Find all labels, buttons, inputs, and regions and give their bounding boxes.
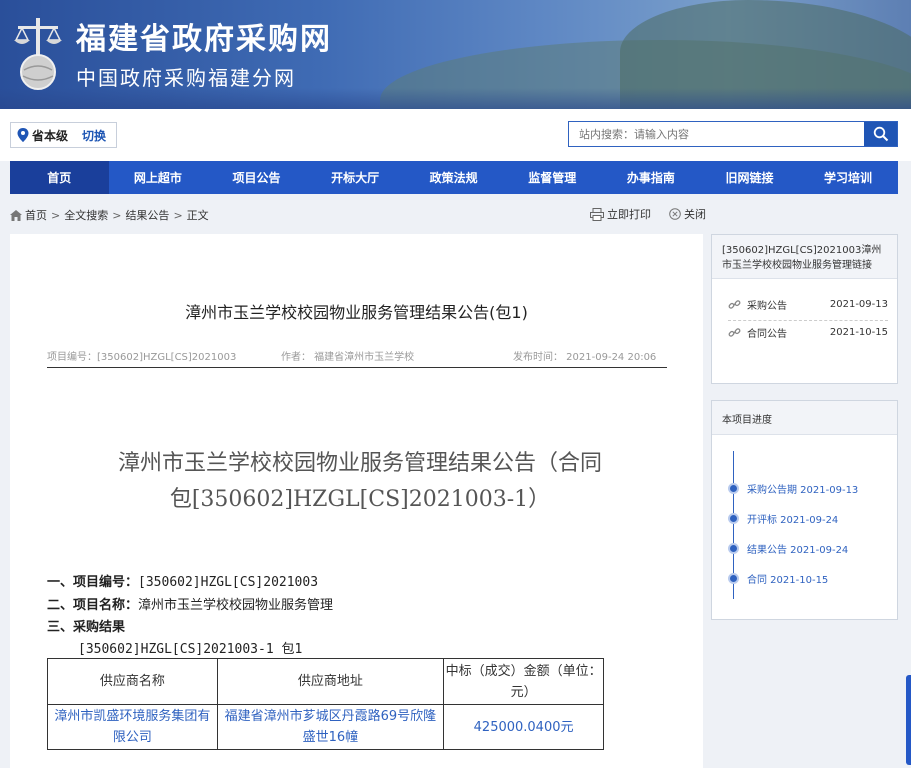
progress-step[interactable]: 采购公告期 2021-09-13 [728,481,858,496]
nav-item[interactable]: 旧网链接 [700,161,799,194]
nav-item[interactable]: 项目公告 [207,161,306,194]
breadcrumb-item[interactable]: 首页 [25,207,47,223]
page-tools: 立即打印 关闭 [590,206,724,222]
project-progress-panel: 本项目进度 采购公告期 2021-09-13 开评标 2021-09-24 结果… [711,400,898,620]
section-project-number: 一、项目编号：[350602]HZGL[CS]2021003 [47,575,319,590]
timeline-dot-icon [728,513,739,524]
timeline-dot-icon [728,543,739,554]
site-subtitle: 中国政府采购福建分网 [76,66,296,90]
breadcrumb-separator: > [51,208,61,222]
table-header-row: 供应商名称 供应商地址 中标（成交）金额（单位：元） [47,658,604,705]
breadcrumb-item[interactable]: 全文搜索 [64,207,108,223]
article-title: 漳州市玉兰学校校园物业服务管理结果公告(包1) [185,303,528,322]
nav-item[interactable]: 学习培训 [799,161,898,194]
related-link-item[interactable]: 合同公告 2021-10-15 [728,325,888,340]
breadcrumb-separator: > [173,208,183,222]
table-row: 漳州市凯盛环境服务集团有限公司 福建省漳州市芗城区丹霞路69号欣隆盛世16幢 4… [47,704,604,750]
nav-item[interactable]: 网上超市 [109,161,208,194]
close-label: 关闭 [684,208,706,221]
header-banner: 福建省政府采购网 中国政府采购福建分网 [0,0,911,109]
location-pin-icon [17,128,29,142]
search-button[interactable] [864,122,897,146]
section-procurement-result: 三、采购结果 [47,620,126,635]
printer-icon [590,207,604,221]
header-supplier-address: 供应商地址 [216,658,445,705]
print-button[interactable]: 立即打印 [590,206,651,222]
result-table: 供应商名称 供应商地址 中标（成交）金额（单位：元） 漳州市凯盛环境服务集团有限… [47,658,604,750]
meta-author: 作者： 福建省漳州市玉兰学校 [281,352,415,363]
progress-panel-title: 本项目进度 [712,401,897,435]
package-line: [350602]HZGL[CS]2021003-1 包1 [78,642,303,657]
cell-supplier-address: 福建省漳州市芗城区丹霞路69号欣隆盛世16幢 [216,704,445,750]
divider [47,367,667,368]
region-switch-link[interactable]: 切换 [82,127,106,144]
region-selector[interactable]: 省本级 切换 [10,122,117,148]
nav-item[interactable]: 监督管理 [503,161,602,194]
close-icon [669,208,681,220]
related-link-item[interactable]: 采购公告 2021-09-13 [728,297,888,312]
meta-project-number: 项目编号：[350602]HZGL[CS]2021003 [47,352,237,363]
progress-step[interactable]: 开评标 2021-09-24 [728,511,838,526]
main-nav: 首页 网上超市 项目公告 开标大厅 政策法规 监督管理 办事指南 旧网链接 学习培训 [10,161,898,194]
floating-side-tab[interactable] [906,675,911,765]
nav-item[interactable]: 政策法规 [404,161,503,194]
nav-item[interactable]: 开标大厅 [306,161,405,194]
close-button[interactable]: 关闭 [669,206,706,222]
nav-item[interactable]: 首页 [10,161,109,194]
breadcrumb: 首页 > 全文搜索 > 结果公告 > 正文 [10,207,209,223]
section-project-name: 二、项目名称：漳州市玉兰学校校园物业服务管理 [47,598,334,613]
search-input[interactable] [569,122,865,146]
header-bid-amount: 中标（成交）金额（单位：元） [443,658,604,705]
progress-step[interactable]: 合同 2021-10-15 [728,571,828,586]
article-content: 漳州市玉兰学校校园物业服务管理结果公告(包1) 项目编号：[350602]HZG… [10,234,703,768]
search-icon [873,126,888,142]
site-search [568,121,898,147]
breadcrumb-item: 正文 [186,209,209,222]
print-label: 立即打印 [607,208,651,221]
region-level: 省本级 [32,128,69,143]
breadcrumb-separator: > [112,208,122,222]
cell-bid-amount: 425000.0400元 [443,704,604,750]
site-title: 福建省政府采购网 [76,22,332,57]
timeline-dot-icon [728,573,739,584]
meta-publish-time: 发布时间： 2021-09-24 20:06 [513,352,657,363]
breadcrumb-item[interactable]: 结果公告 [125,207,169,223]
announcement-heading: 漳州市玉兰学校校园物业服务管理结果公告（合同 包[350602]HZGL[CS]… [117,451,602,512]
nav-item[interactable]: 办事指南 [602,161,701,194]
link-icon [728,300,741,309]
cell-supplier-name: 漳州市凯盛环境服务集团有限公司 [47,704,218,750]
header-supplier-name: 供应商名称 [47,658,218,705]
timeline-dot-icon [728,483,739,494]
progress-step[interactable]: 结果公告 2021-09-24 [728,541,848,556]
home-icon [10,209,22,221]
related-links-panel: [350602]HZGL[CS]2021003漳州市玉兰学校校园物业服务管理链接… [711,234,898,384]
links-panel-title: [350602]HZGL[CS]2021003漳州市玉兰学校校园物业服务管理链接 [712,235,897,279]
link-icon [728,328,741,337]
balance-scale-logo-icon [14,18,62,90]
article-meta: 项目编号：[350602]HZGL[CS]2021003 作者： 福建省漳州市玉… [47,348,667,363]
